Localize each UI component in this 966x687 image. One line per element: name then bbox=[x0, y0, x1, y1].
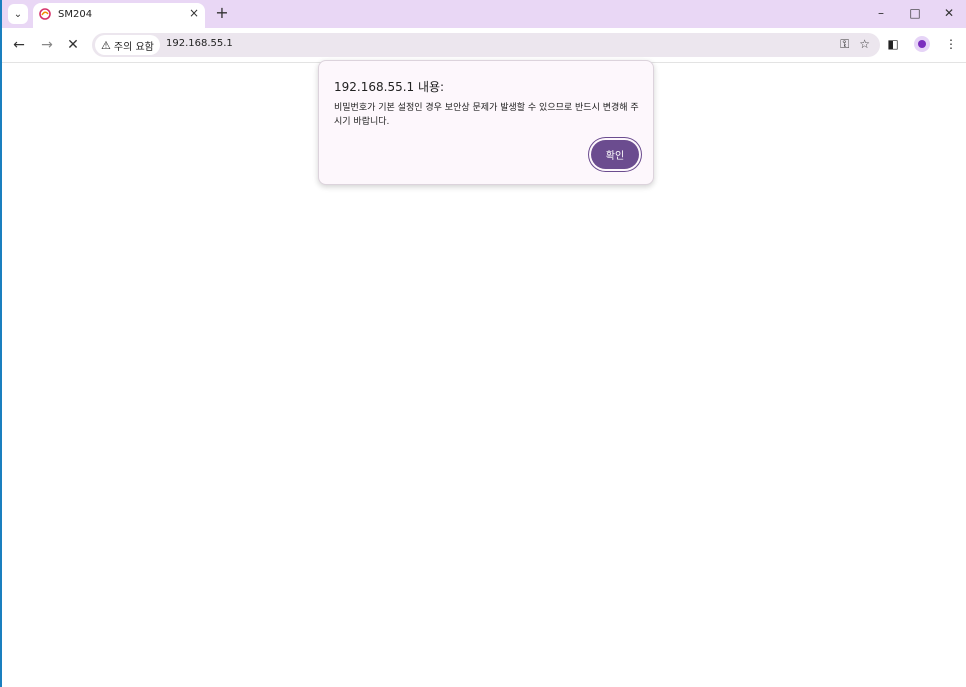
close-icon[interactable]: × bbox=[189, 6, 199, 20]
tab-title: SM204 bbox=[58, 9, 93, 20]
tab-sm204[interactable]: SM204 × bbox=[33, 3, 205, 28]
url-text[interactable]: 192.168.55.1 bbox=[166, 38, 233, 49]
more-menu-icon[interactable]: ⋮ bbox=[944, 37, 958, 51]
maximize-button[interactable]: □ bbox=[898, 0, 932, 26]
chevron-down-icon: ⌄ bbox=[13, 8, 23, 20]
minimize-button[interactable]: – bbox=[864, 0, 898, 26]
security-label: 주의 요함 bbox=[113, 41, 154, 53]
tab-strip: ⌄ SM204 × + – □ ✕ bbox=[2, 0, 966, 28]
dialog-message: 비밀번호가 기본 설정인 경우 보안상 문제가 발생할 수 있으므로 반드시 변… bbox=[334, 103, 639, 127]
tab-search-button[interactable]: ⌄ bbox=[8, 4, 28, 24]
security-warning-chip[interactable]: ⚠ 주의 요함 bbox=[95, 35, 160, 55]
ok-button[interactable]: 확인 bbox=[591, 140, 639, 169]
stop-loading-button[interactable]: ✕ bbox=[64, 36, 82, 54]
warning-icon: ⚠ bbox=[101, 38, 111, 52]
close-window-button[interactable]: ✕ bbox=[932, 0, 966, 26]
profile-avatar bbox=[918, 40, 926, 48]
toolbar-right-actions: ◧ ⋮ bbox=[886, 36, 958, 52]
dialog-title: 192.168.55.1 내용: bbox=[334, 80, 445, 94]
alert-dialog: 192.168.55.1 내용: 비밀번호가 기본 설정인 경우 보안상 문제가… bbox=[318, 60, 654, 185]
side-panel-icon[interactable]: ◧ bbox=[886, 37, 900, 51]
address-bar[interactable]: ⚠ 주의 요함 192.168.55.1 ⚿ ☆ bbox=[92, 33, 880, 57]
swirl-favicon-icon bbox=[39, 8, 51, 20]
back-button[interactable]: ← bbox=[10, 36, 28, 54]
omnibox-actions: ⚿ ☆ bbox=[840, 37, 870, 52]
window-controls: – □ ✕ bbox=[864, 0, 966, 28]
star-icon[interactable]: ☆ bbox=[859, 37, 870, 52]
forward-button[interactable]: → bbox=[38, 36, 56, 54]
profile-icon[interactable] bbox=[914, 36, 930, 52]
browser-toolbar: ← → ✕ ⚠ 주의 요함 192.168.55.1 ⚿ ☆ ◧ ⋮ bbox=[2, 28, 966, 63]
key-icon[interactable]: ⚿ bbox=[840, 37, 849, 52]
browser-window: ⌄ SM204 × + – □ ✕ ← → ✕ ⚠ 주의 요함 192.168.… bbox=[0, 0, 966, 687]
new-tab-button[interactable]: + bbox=[212, 3, 232, 23]
